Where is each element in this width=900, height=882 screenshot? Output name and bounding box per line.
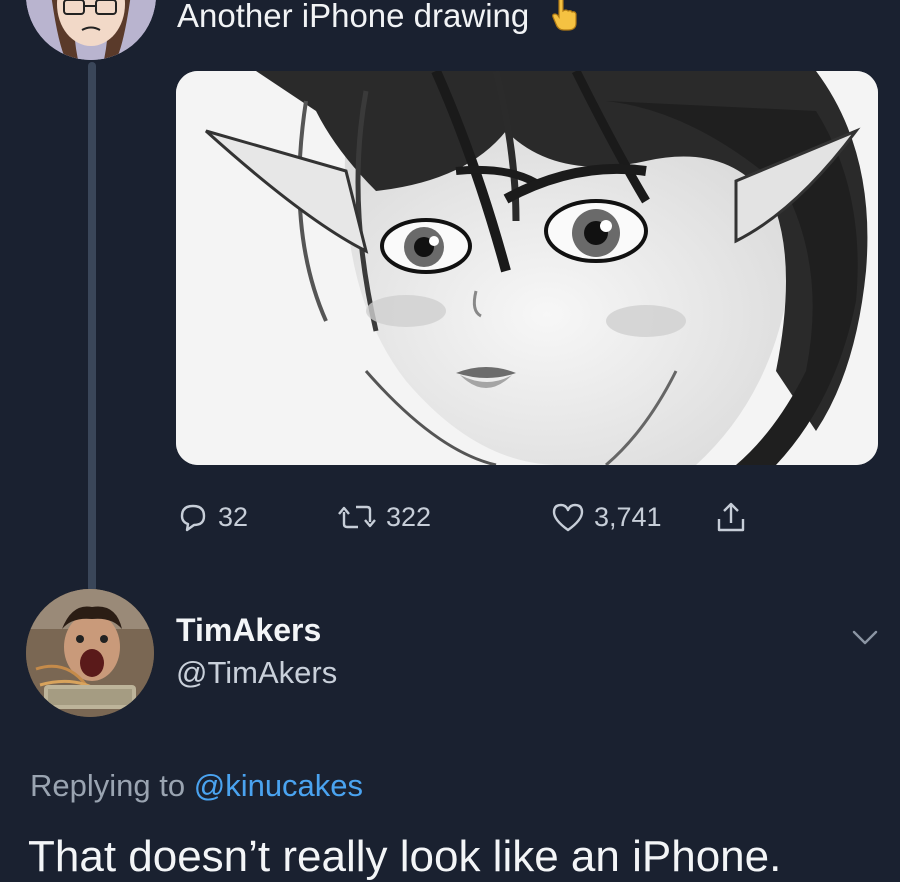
more-options-button[interactable]: [848, 625, 882, 649]
tweet-media-image[interactable]: [176, 71, 878, 465]
reply-count: 32: [218, 501, 249, 532]
cartoon-girl-avatar-icon: [26, 0, 156, 60]
retweet-icon: [338, 505, 376, 529]
retweet-button[interactable]: 322: [336, 495, 431, 539]
retweet-count: 322: [386, 501, 432, 532]
share-upload-icon: [717, 502, 745, 532]
pointing-down-hand-emoji-icon: [550, 0, 578, 40]
reply-button[interactable]: 32: [176, 495, 248, 539]
like-count: 3,741: [594, 501, 662, 532]
thread-connector-line: [88, 62, 96, 592]
avatar[interactable]: [26, 0, 156, 60]
avatar[interactable]: [26, 589, 154, 717]
reply-speech-bubble-icon: [180, 504, 206, 532]
heart-icon: [552, 503, 584, 532]
tweet-body: Another iPhone drawing: [177, 0, 530, 34]
anime-elf-sketch-image-icon: [176, 71, 878, 465]
like-button[interactable]: 3,741: [550, 495, 662, 539]
screaming-man-photo-avatar-icon: [26, 589, 154, 717]
mention-link[interactable]: @kinucakes: [194, 768, 363, 803]
replying-to-label: Replying to: [30, 768, 186, 803]
chevron-down-icon: [852, 630, 878, 645]
user-handle[interactable]: @TimAkers: [176, 655, 337, 691]
replying-to-line: Replying to @kinucakes: [30, 768, 363, 804]
reply-tweet-text: That doesn’t really look like an iPhone.: [28, 832, 782, 881]
tweet-action-bar: 32 322 3,741: [176, 495, 796, 539]
share-button[interactable]: [713, 495, 749, 539]
display-name[interactable]: TimAkers: [176, 612, 321, 649]
tweet-text: Another iPhone drawing: [177, 0, 578, 40]
